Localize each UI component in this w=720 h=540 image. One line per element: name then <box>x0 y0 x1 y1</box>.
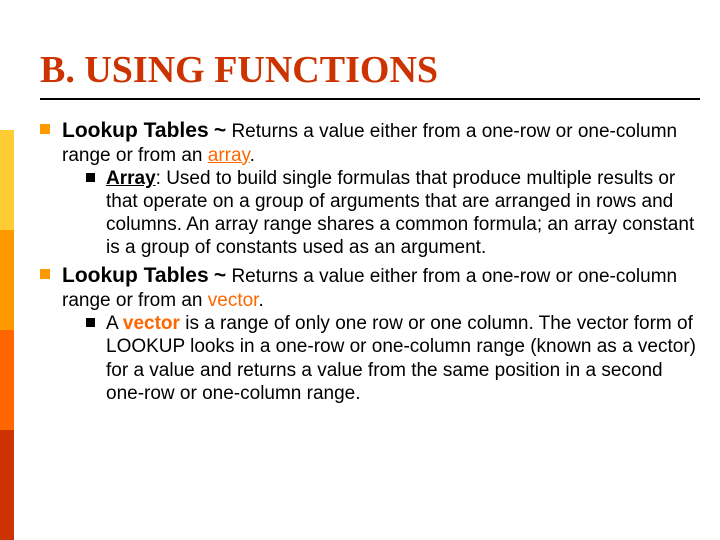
slide-title: B. USING FUNCTIONS <box>40 48 700 100</box>
sub-list: Array: Used to build single formulas tha… <box>62 167 700 260</box>
accent-sidebar <box>0 0 14 540</box>
item-text: : Used to build single formulas that pro… <box>106 168 694 259</box>
item-lead: Lookup Tables <box>62 119 209 142</box>
list-item: Array: Used to build single formulas tha… <box>86 167 700 260</box>
list-item: A vector is a range of only one row or o… <box>86 312 700 405</box>
item-text: A <box>106 313 123 334</box>
keyword: vector <box>123 313 180 334</box>
item-text: is a range of only one row or one column… <box>106 313 696 404</box>
slide-content: B. USING FUNCTIONS Lookup Tables ~ Retur… <box>0 0 720 429</box>
tilde-icon: ~ <box>214 264 226 287</box>
list-item: Lookup Tables ~ Returns a value either f… <box>40 263 700 404</box>
tilde-icon: ~ <box>214 119 226 142</box>
sub-list: A vector is a range of only one row or o… <box>62 312 700 405</box>
list-item: Lookup Tables ~ Returns a value either f… <box>40 118 700 259</box>
item-text: . <box>258 290 263 311</box>
keyword: Array <box>106 168 156 189</box>
item-lead: Lookup Tables <box>62 264 209 287</box>
bullet-list: Lookup Tables ~ Returns a value either f… <box>40 118 700 405</box>
keyword: vector <box>208 290 259 311</box>
item-text: . <box>250 145 255 166</box>
keyword: array <box>208 145 250 166</box>
